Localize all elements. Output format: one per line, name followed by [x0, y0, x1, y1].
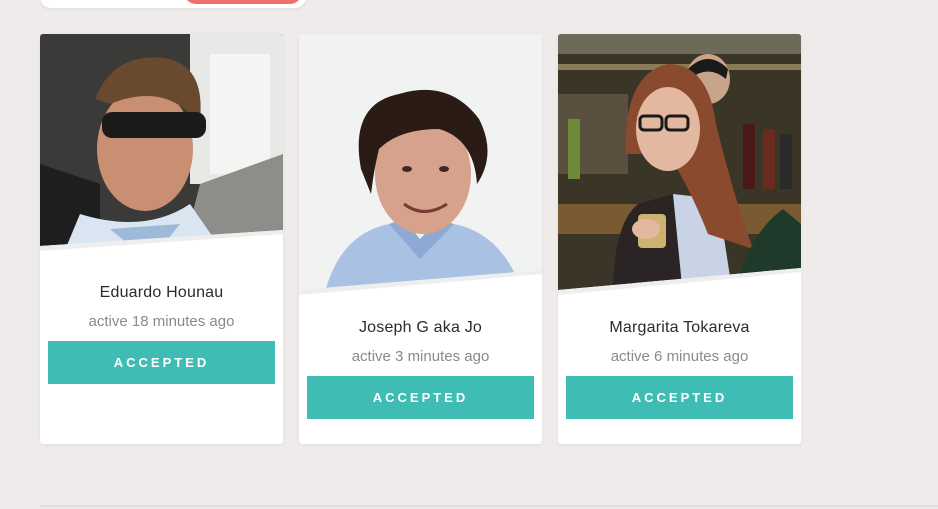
section-divider: [40, 505, 938, 507]
profile-name: Joseph G aka Jo: [358, 319, 483, 336]
accepted-button[interactable]: ACCEPTED: [307, 376, 534, 419]
profile-card: Joseph G aka Jo active 3 minutes ago ACC…: [299, 34, 542, 444]
top-toggle[interactable]: [40, 0, 306, 8]
profile-photo[interactable]: [558, 34, 801, 296]
profile-photo[interactable]: [299, 34, 542, 296]
last-active-text: active 6 minutes ago: [610, 348, 749, 365]
last-active-text: active 18 minutes ago: [88, 313, 235, 330]
accepted-button[interactable]: ACCEPTED: [48, 341, 275, 384]
accepted-button[interactable]: ACCEPTED: [566, 376, 793, 419]
profile-photo[interactable]: [40, 34, 283, 262]
profile-name: Margarita Tokareva: [609, 319, 750, 336]
profile-card: Eduardo Hounau active 18 minutes ago ACC…: [40, 34, 283, 444]
profile-name: Eduardo Hounau: [99, 284, 224, 301]
profile-card: Margarita Tokareva active 6 minutes ago …: [558, 34, 801, 444]
last-active-text: active 3 minutes ago: [351, 348, 490, 365]
toggle-active-segment[interactable]: [184, 0, 302, 4]
